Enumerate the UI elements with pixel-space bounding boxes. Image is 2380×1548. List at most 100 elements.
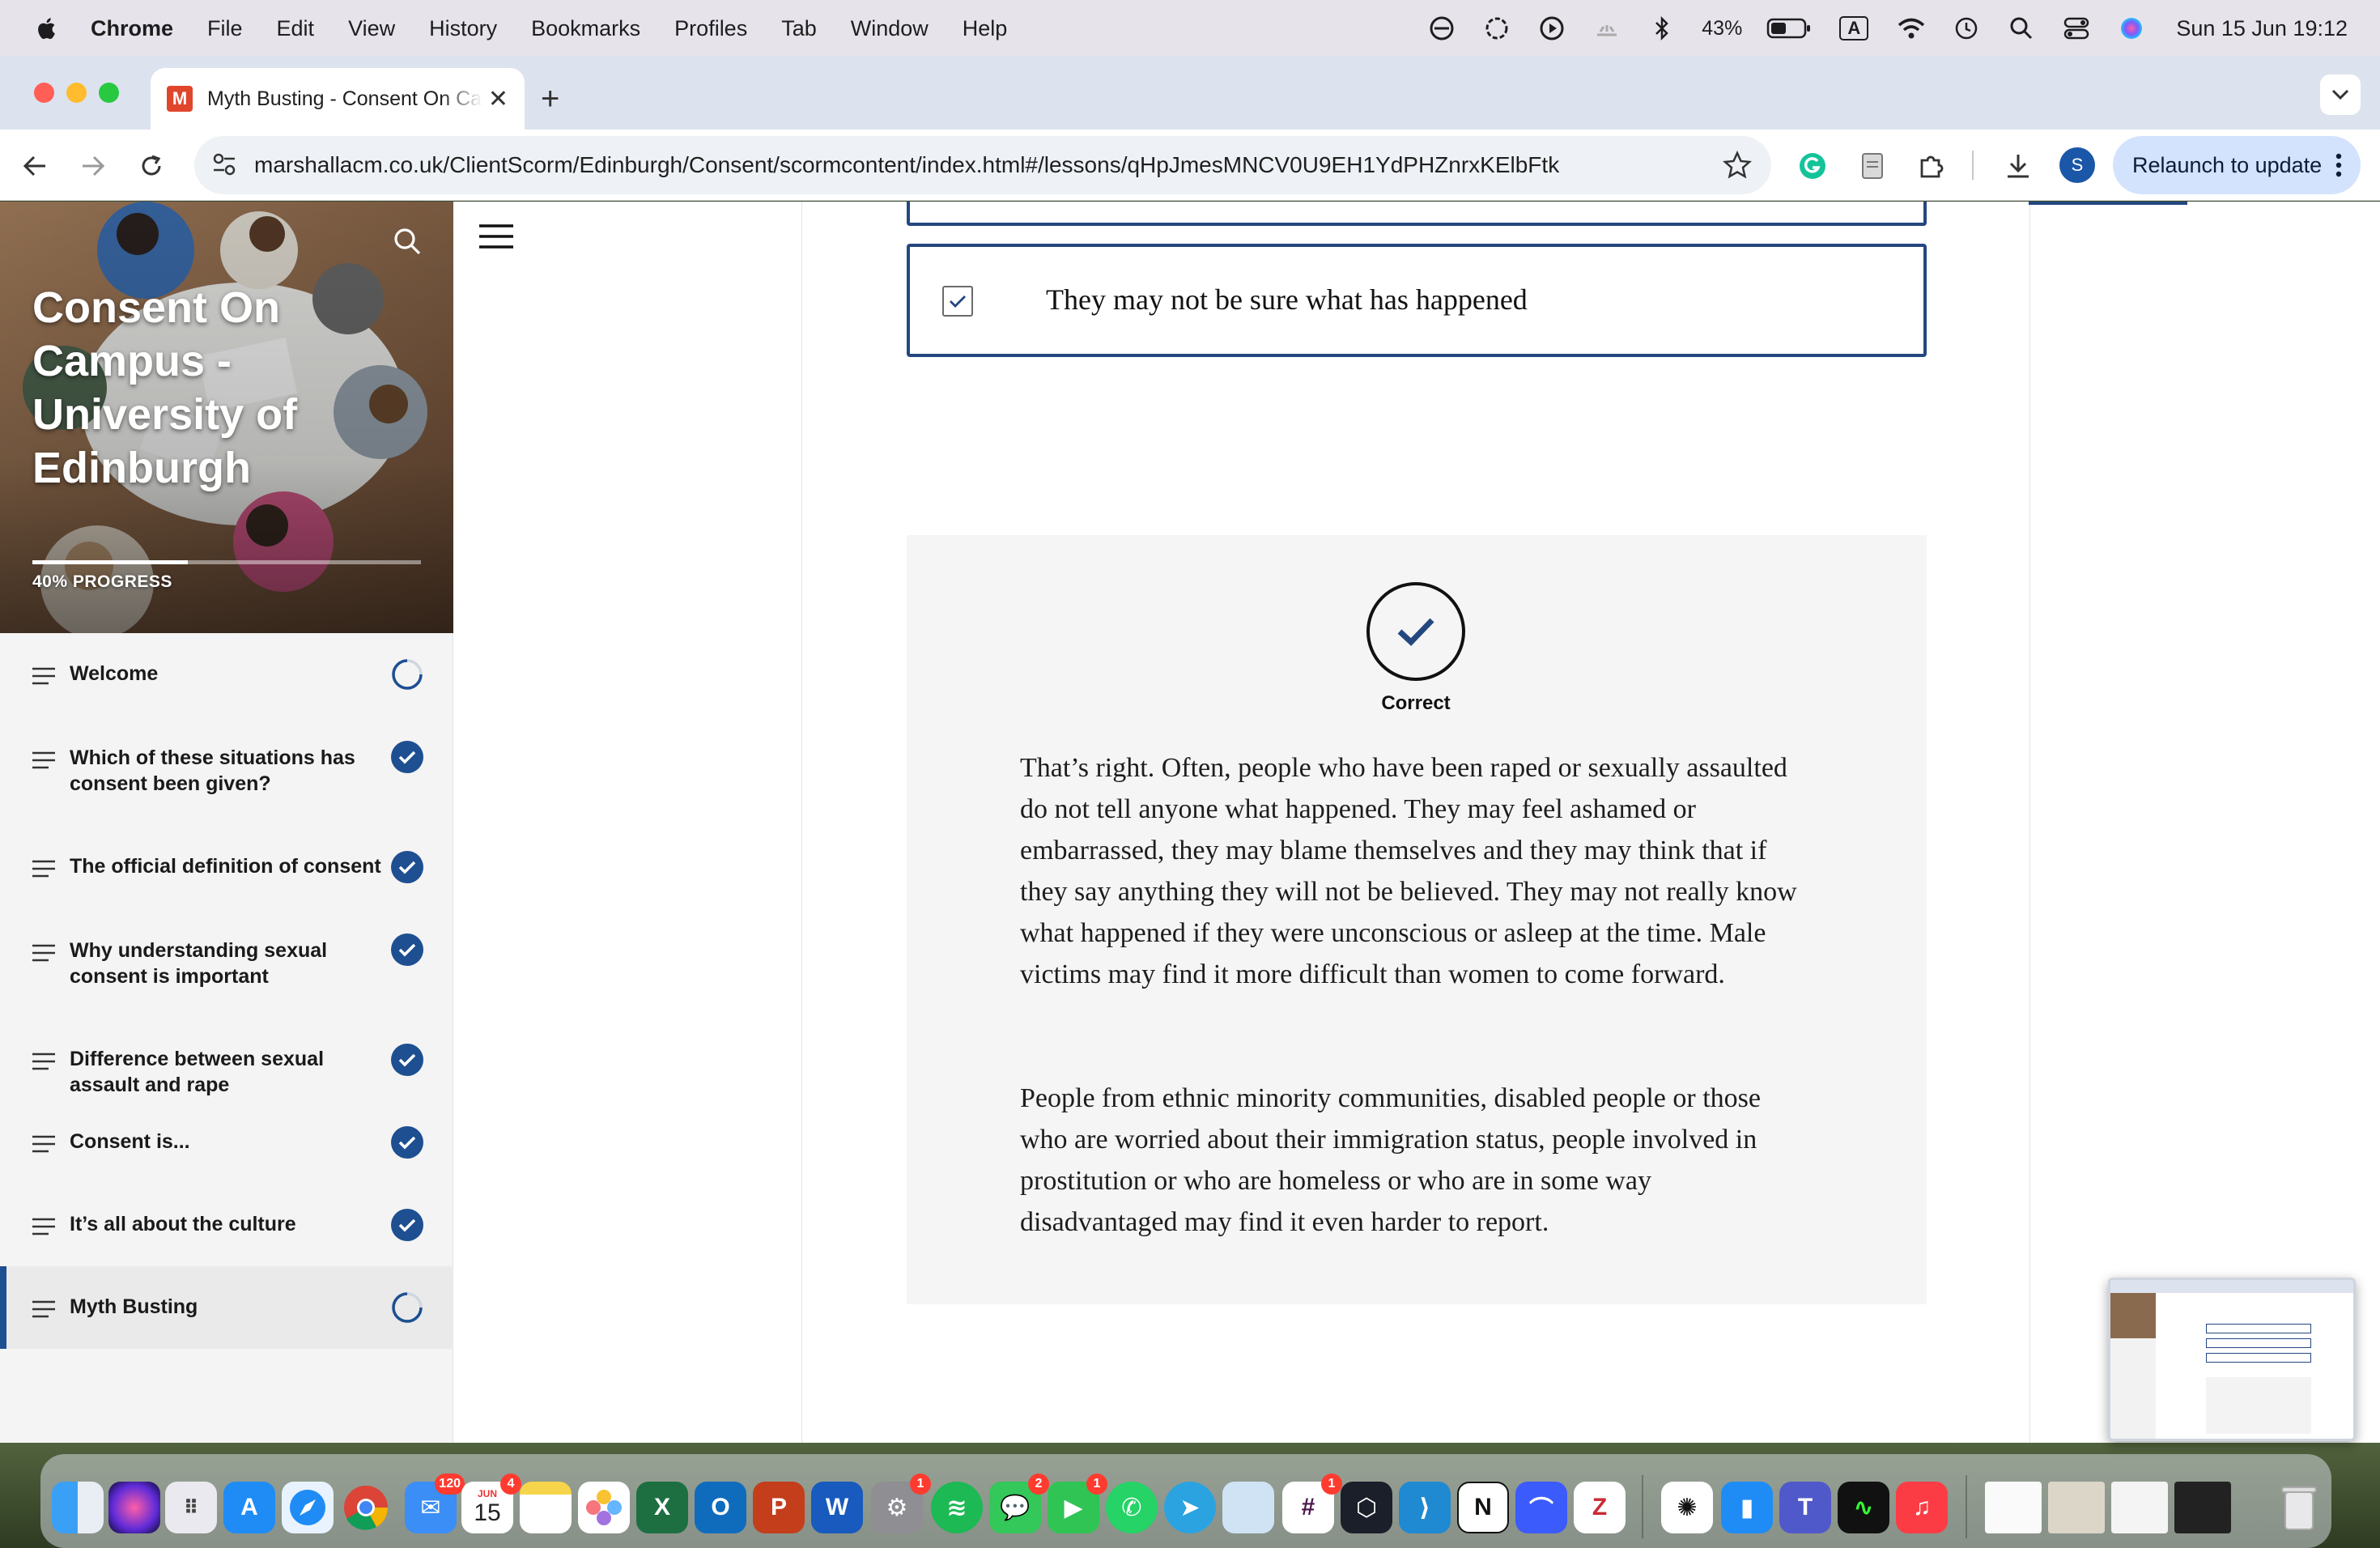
menu-profiles[interactable]: Profiles: [674, 16, 747, 41]
control-center-icon[interactable]: [2061, 13, 2092, 44]
teams-icon[interactable]: T: [1779, 1482, 1831, 1533]
menu-window[interactable]: Window: [851, 16, 929, 41]
window-close-button[interactable]: [34, 83, 54, 103]
tab-myth-busting[interactable]: M Myth Busting - Consent On Campus - Uni…: [151, 68, 525, 130]
play-icon[interactable]: [1536, 13, 1567, 44]
answer-option-selected[interactable]: They may not be sure what has happened: [907, 244, 1927, 357]
messages-icon[interactable]: 💬 2: [989, 1474, 1049, 1533]
sidebar-lesson-item[interactable]: It’s all about the culture: [0, 1184, 453, 1266]
chatgpt-icon[interactable]: [1481, 13, 1512, 44]
excel-icon[interactable]: X: [636, 1482, 688, 1533]
messages-badge: 2: [1028, 1474, 1049, 1495]
downloads-icon[interactable]: [2000, 147, 2037, 185]
facetime-icon[interactable]: ▶ 1: [1048, 1474, 1107, 1533]
telegram-icon[interactable]: ➤: [1164, 1482, 1216, 1533]
minimized-window-2[interactable]: [2048, 1482, 2105, 1533]
screenshot-thumbnail-preview[interactable]: [2108, 1278, 2356, 1441]
new-tab-button[interactable]: +: [541, 81, 559, 117]
zotero-icon[interactable]: Z: [1574, 1482, 1626, 1533]
sidebar-lesson-item[interactable]: The official definition of consent: [0, 826, 453, 908]
sidebar-lesson-item[interactable]: Myth Busting: [0, 1266, 453, 1349]
menu-clock[interactable]: Sun 15 Jun 19:12: [2176, 16, 2348, 41]
minimized-window-3[interactable]: [2111, 1482, 2168, 1533]
site-info-icon[interactable]: [210, 151, 238, 182]
tab-close-icon[interactable]: ✕: [488, 85, 508, 113]
notion-icon[interactable]: N: [1457, 1482, 1509, 1533]
chrome-icon[interactable]: [340, 1482, 392, 1533]
music-icon[interactable]: ♫: [1896, 1482, 1948, 1533]
photos-icon[interactable]: [578, 1482, 630, 1533]
activity-monitor-icon[interactable]: ∿: [1838, 1482, 1889, 1533]
chatgpt-dock-icon[interactable]: ✺: [1661, 1482, 1713, 1533]
menu-view[interactable]: View: [348, 16, 395, 41]
battery-icon[interactable]: [1766, 13, 1812, 44]
lesson-text-icon: [32, 944, 55, 962]
address-bar[interactable]: marshallacm.co.uk/ClientScorm/Edinburgh/…: [194, 136, 1771, 194]
reader-mode-icon[interactable]: [1854, 147, 1891, 185]
reload-button[interactable]: [133, 147, 170, 185]
window-minimize-button[interactable]: [66, 83, 87, 103]
launchpad-icon[interactable]: ⠿: [165, 1482, 217, 1533]
menu-tab[interactable]: Tab: [781, 16, 817, 41]
app-store-icon[interactable]: A: [223, 1482, 275, 1533]
outlook-icon[interactable]: O: [695, 1482, 746, 1533]
apple-logo-icon[interactable]: [32, 15, 57, 42]
powerpoint-icon[interactable]: P: [753, 1482, 805, 1533]
siri-icon[interactable]: [2116, 13, 2147, 44]
menu-history[interactable]: History: [429, 16, 497, 41]
wifi-icon[interactable]: [1896, 13, 1927, 44]
answer-checkbox[interactable]: [942, 286, 973, 317]
menu-hamburger-icon[interactable]: [479, 223, 513, 254]
sidebar-lesson-item[interactable]: Which of these situations has consent be…: [0, 716, 453, 826]
spotify-icon[interactable]: ≋: [931, 1482, 983, 1533]
keynote-icon[interactable]: ▮: [1721, 1482, 1773, 1533]
finder-icon[interactable]: [52, 1482, 104, 1533]
input-source-icon[interactable]: A: [1836, 13, 1872, 44]
menu-bookmarks[interactable]: Bookmarks: [531, 16, 640, 41]
grammarly-extension-icon[interactable]: [1794, 147, 1831, 185]
bookmark-star-icon[interactable]: [1722, 150, 1753, 184]
window-zoom-button[interactable]: [99, 83, 119, 103]
notes-icon[interactable]: [520, 1482, 572, 1533]
menu-help[interactable]: Help: [963, 16, 1008, 41]
minimized-window-1[interactable]: [1985, 1482, 2042, 1533]
bluetooth-icon[interactable]: [1647, 13, 1677, 44]
calendar-icon[interactable]: JUN 15 4: [461, 1474, 521, 1533]
menu-file[interactable]: File: [207, 16, 243, 41]
course-sidebar: Consent On Campus - University of Edinbu…: [0, 202, 453, 1443]
sidebar-lesson-item[interactable]: Why understanding sexual consent is impo…: [0, 908, 453, 1019]
previous-answer-option[interactable]: [907, 202, 1927, 226]
cursor-icon[interactable]: ⬡: [1341, 1482, 1392, 1533]
lesson-complete-icon: [391, 1209, 423, 1241]
trash-icon[interactable]: [2273, 1482, 2325, 1533]
slack-icon[interactable]: #1: [1282, 1474, 1342, 1533]
profile-avatar[interactable]: S: [2059, 147, 2095, 183]
time-machine-icon[interactable]: [1951, 13, 1982, 44]
mail-icon[interactable]: ✉ 120: [405, 1474, 465, 1533]
relaunch-to-update-button[interactable]: Relaunch to update: [2113, 136, 2361, 194]
minimized-window-4[interactable]: [2174, 1482, 2231, 1533]
arc-icon[interactable]: ⌒: [1515, 1482, 1567, 1533]
preview-icon[interactable]: [1222, 1482, 1274, 1533]
sidebar-search-icon[interactable]: [392, 226, 423, 261]
word-icon[interactable]: W: [811, 1482, 863, 1533]
display-icon[interactable]: [1592, 13, 1622, 44]
tab-search-button[interactable]: [2320, 74, 2361, 115]
whatsapp-icon[interactable]: ✆: [1106, 1482, 1158, 1533]
extensions-puzzle-icon[interactable]: [1912, 147, 1949, 185]
sidebar-lesson-item[interactable]: Welcome: [0, 633, 453, 716]
siri-dock-icon[interactable]: [108, 1482, 160, 1533]
spotlight-search-icon[interactable]: [2006, 13, 2037, 44]
system-settings-icon[interactable]: ⚙ 1: [871, 1474, 931, 1533]
forward-button[interactable]: [74, 147, 112, 185]
safari-icon[interactable]: [282, 1482, 334, 1533]
sidebar-lesson-item[interactable]: Difference between sexual assault and ra…: [0, 1019, 453, 1101]
menu-app-name[interactable]: Chrome: [91, 16, 173, 41]
vscode-icon[interactable]: ⟩: [1399, 1482, 1451, 1533]
menu-edit[interactable]: Edit: [277, 16, 315, 41]
dock-separator-2: [1966, 1475, 1967, 1538]
focus-icon[interactable]: [1426, 13, 1457, 44]
back-button[interactable]: [16, 147, 53, 185]
more-menu-icon[interactable]: [2335, 152, 2343, 184]
sidebar-lesson-item[interactable]: Consent is...: [0, 1101, 453, 1184]
